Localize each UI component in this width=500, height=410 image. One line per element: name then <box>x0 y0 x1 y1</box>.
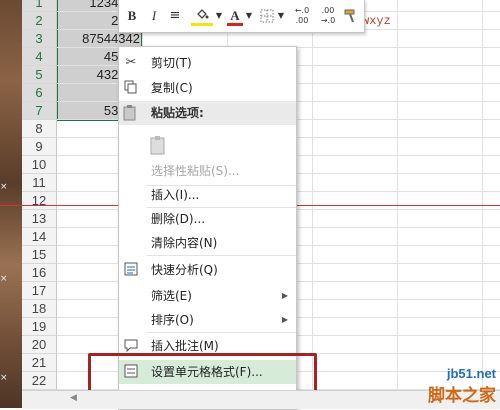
row-header[interactable]: 9 <box>22 138 57 156</box>
watermark-site: jb51.net <box>446 366 496 381</box>
watermark-name: 脚本之家 <box>428 386 496 406</box>
desktop-x-mark: × <box>0 274 8 284</box>
menu-separator <box>147 255 296 256</box>
highlight-box <box>88 353 317 395</box>
menu-item-paste-special: 选择性粘贴(S)... <box>151 164 240 178</box>
menu-item-delete[interactable]: 删除(D)... <box>119 207 296 231</box>
row-header[interactable]: 3 <box>22 30 57 48</box>
row-header[interactable]: 19 <box>22 318 57 336</box>
menu-item-clear-contents[interactable]: 清除内容(N) <box>119 231 296 255</box>
copy-icon <box>123 80 139 96</box>
menu-item-copy[interactable]: 复制(C) <box>119 76 296 100</box>
row-header[interactable]: 10 <box>22 156 57 174</box>
submenu-arrow-icon: ▶ <box>281 291 288 300</box>
row-header[interactable]: 11 <box>22 174 57 192</box>
quick-analysis-icon <box>123 262 139 278</box>
menu-item-quick-analysis[interactable]: 快速分析(Q) <box>119 258 296 282</box>
font-color-dropdown-arrow-icon[interactable]: ▼ <box>245 6 253 26</box>
row-header[interactable]: 8 <box>22 120 57 138</box>
row-header[interactable]: 18 <box>22 300 57 318</box>
format-painter-icon[interactable] <box>343 6 359 26</box>
column-divider <box>397 0 398 390</box>
align-center-icon[interactable]: ≡ <box>167 6 183 26</box>
row-header[interactable]: 20 <box>22 336 57 354</box>
border-icon[interactable] <box>259 6 275 26</box>
comment-icon <box>123 338 139 354</box>
decrease-decimal-icon[interactable]: .00 →.0 <box>317 6 339 26</box>
desktop-x-mark: × <box>0 373 8 383</box>
italic-button[interactable]: I <box>147 6 161 26</box>
row-header[interactable]: 4 <box>22 48 57 66</box>
menu-item-cut[interactable]: ✂ 剪切(T) <box>119 51 296 75</box>
column-divider <box>312 0 313 390</box>
desktop-x-mark: × <box>0 182 8 192</box>
menu-item-filter[interactable]: 筛选(E) ▶ <box>119 284 296 308</box>
mini-toolbar: B I ≡ ▼ A ▼ ▼ ←.0.00 .00 →.0 <box>118 0 365 33</box>
menu-separator <box>147 332 296 333</box>
row-header[interactable]: 13 <box>22 210 57 228</box>
row-header[interactable]: 5 <box>22 66 57 84</box>
submenu-arrow-icon: ▶ <box>281 315 288 324</box>
menu-item-insert[interactable]: 插入(I)... <box>119 183 296 207</box>
border-dropdown-arrow-icon[interactable]: ▼ <box>277 6 285 26</box>
menu-item-sort[interactable]: 排序(O) ▶ <box>119 308 296 332</box>
cell-c2[interactable]: wxyz <box>362 12 442 30</box>
column-divider <box>482 0 483 390</box>
row-header[interactable]: 21 <box>22 354 57 372</box>
row-header[interactable]: 6 <box>22 84 57 102</box>
watermark: jb51.net 脚本之家 <box>428 366 496 406</box>
fill-color-icon[interactable] <box>191 6 213 26</box>
font-color-icon[interactable]: A <box>227 6 243 26</box>
row-header[interactable]: 22 <box>22 372 57 390</box>
row-header[interactable]: 7 <box>22 102 57 120</box>
increase-decimal-icon[interactable]: ←.0.00 <box>291 6 313 26</box>
row-header[interactable]: 2 <box>22 12 57 30</box>
bold-button[interactable]: B <box>125 6 139 26</box>
row-header[interactable]: 15 <box>22 246 57 264</box>
paste-icon <box>123 105 137 129</box>
fill-dropdown-arrow-icon[interactable]: ▼ <box>215 6 223 26</box>
scroll-left-arrow-icon[interactable]: ◀ <box>70 393 77 403</box>
paste-option-button[interactable] <box>119 131 296 159</box>
row-header[interactable]: 16 <box>22 264 57 282</box>
row-header[interactable]: 1 <box>22 0 57 12</box>
desktop-background: × × × <box>0 0 22 408</box>
paste-options-header: 粘贴选项: <box>119 101 296 125</box>
scissors-icon: ✂ <box>125 55 137 70</box>
row-header[interactable]: 12 <box>22 192 57 210</box>
row-header[interactable]: 17 <box>22 282 57 300</box>
row-header[interactable]: 14 <box>22 228 57 246</box>
